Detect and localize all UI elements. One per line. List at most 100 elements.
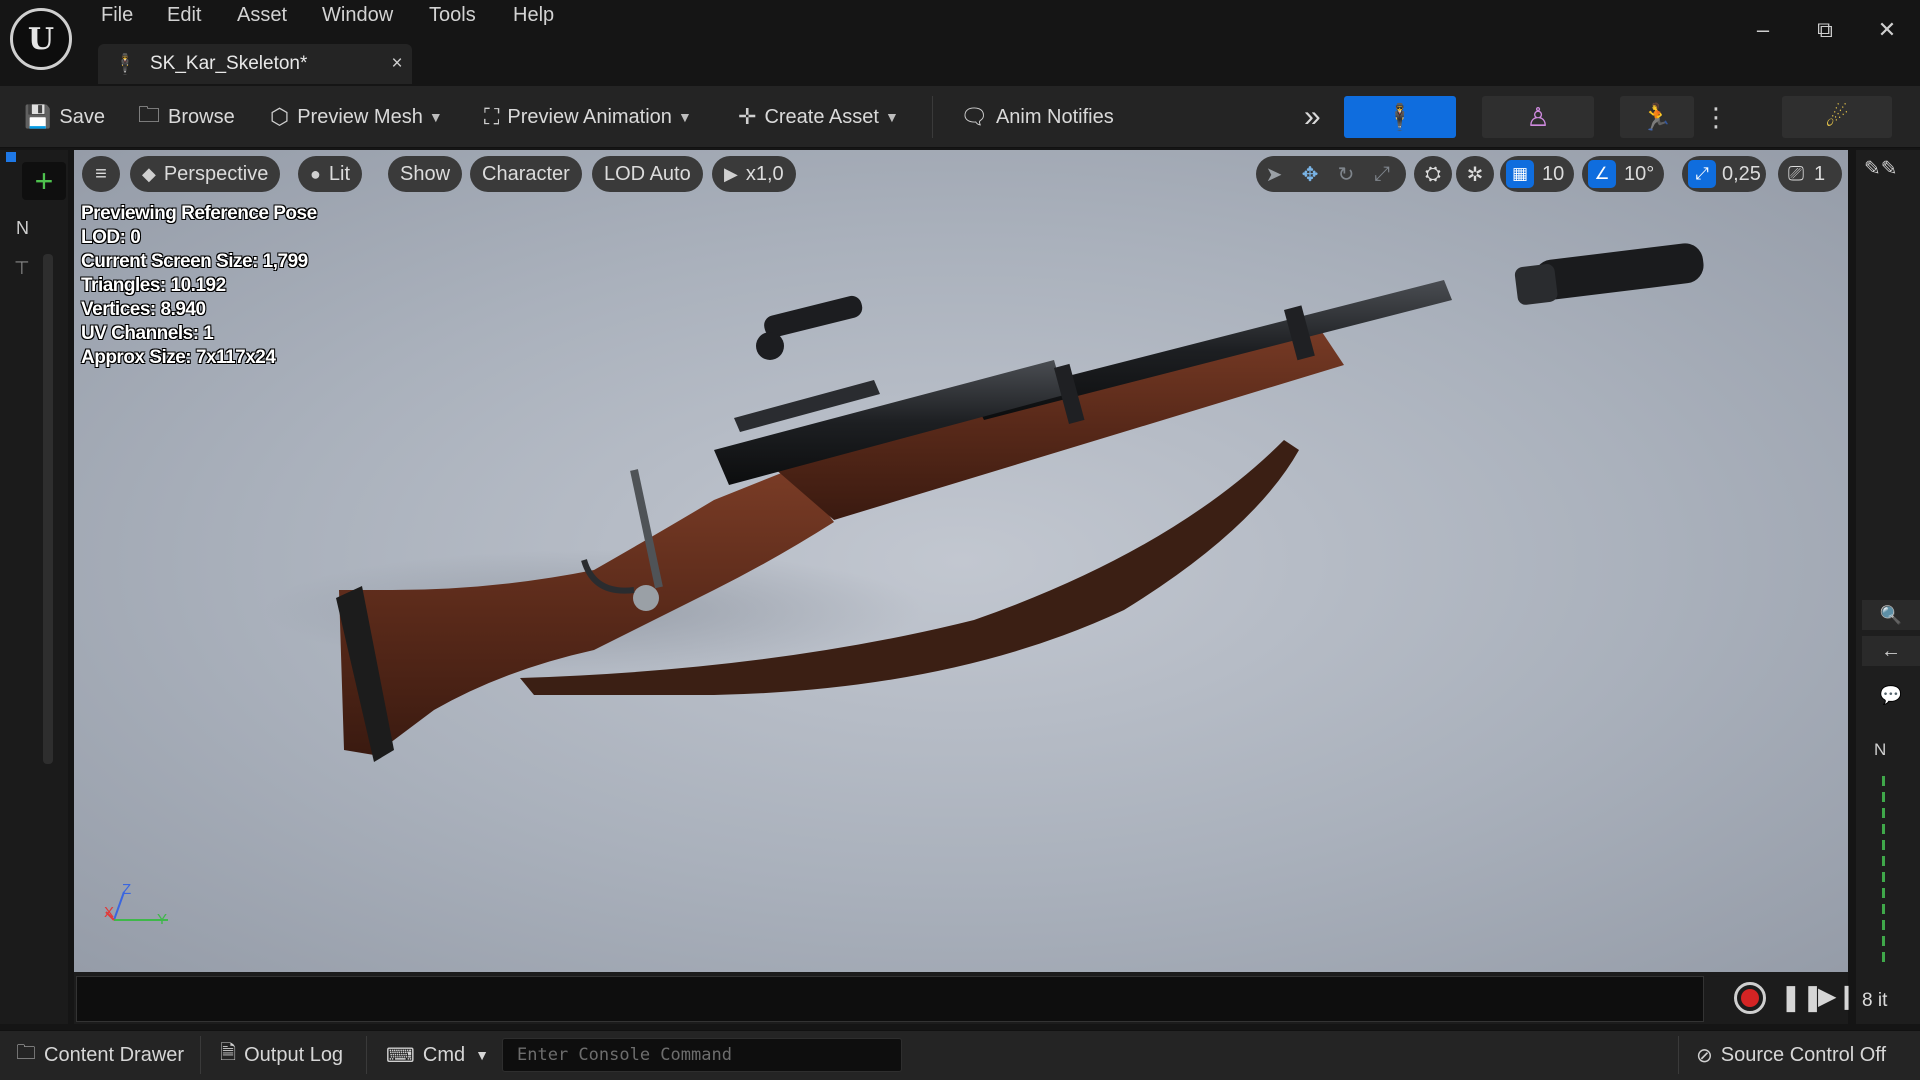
scale-snap-control[interactable]: ⤢ 0,25 <box>1682 156 1766 192</box>
create-asset-icon: ✛ <box>738 104 757 129</box>
chevron-down-icon: ▼ <box>677 109 692 125</box>
rotation-snap-value: 10° <box>1624 162 1655 185</box>
menu-asset[interactable]: Asset <box>237 4 287 27</box>
mesh-mode-button[interactable]: ♙ <box>1482 96 1594 138</box>
viewport-options-button[interactable]: ≡ <box>82 156 120 192</box>
statusbar-divider <box>366 1036 367 1074</box>
skeleton-mode-icon: 🕴 <box>1383 101 1417 132</box>
minimize-button[interactable]: – <box>1738 10 1788 50</box>
content-drawer-label: Content Drawer <box>44 1043 185 1066</box>
close-tab-icon[interactable]: × <box>382 53 412 75</box>
chat-bubbles-icon[interactable]: 💬 <box>1862 680 1920 710</box>
rotate-tool-icon[interactable]: ↻ <box>1328 156 1364 192</box>
chevron-down-icon: ▼ <box>428 109 443 125</box>
camera-speed-value: 1 <box>1814 162 1826 185</box>
right-panel <box>1856 150 1920 1024</box>
camera-speed-control[interactable]: ⎚ 1 <box>1778 156 1842 192</box>
lod-button[interactable]: LOD Auto <box>592 156 703 192</box>
animation-mode-button[interactable]: 🏃 <box>1620 96 1694 138</box>
search-panel-icon[interactable]: 🔍 <box>1862 600 1920 630</box>
tab-label: SK_Kar_Skeleton* <box>150 53 308 74</box>
browse-button[interactable]: 🗀 Browse <box>138 86 235 148</box>
cmd-label: Cmd <box>422 1043 466 1066</box>
axis-z-label: Z <box>122 881 132 898</box>
3d-viewport[interactable] <box>74 150 1848 972</box>
hamburger-menu-icon: ≡ <box>95 162 107 185</box>
create-asset-dropdown[interactable]: ✛ Create Asset ▼ <box>738 86 899 148</box>
surface-snap-toggle[interactable]: ✲ <box>1456 156 1494 192</box>
preview-mesh-dropdown[interactable]: ⬡ Preview Mesh ▼ <box>270 86 443 148</box>
menu-window[interactable]: Window <box>322 4 393 27</box>
mesh-icon: ⬡ <box>270 104 290 129</box>
frame-rate-label: 8 it <box>1862 990 1888 1011</box>
running-figure-icon: 🏃 <box>1640 101 1674 132</box>
scale-snap-icon: ⤢ <box>1688 160 1716 188</box>
tab-skeleton-asset[interactable]: 🕴 SK_Kar_Skeleton* × <box>98 44 412 84</box>
add-button[interactable]: + <box>22 162 66 200</box>
focus-corner-marker <box>6 152 16 162</box>
content-drawer-icon: 🗀 <box>16 1042 36 1064</box>
character-button[interactable]: Character <box>470 156 582 192</box>
sphere-icon: ● <box>310 163 321 184</box>
edit-pencil-icon[interactable]: ✎✎ <box>1864 156 1898 181</box>
terminal-icon: ⌨ <box>386 1044 415 1067</box>
cube-icon: ◆ <box>142 163 156 184</box>
translate-tool-icon[interactable]: ✥ <box>1292 156 1328 192</box>
select-tool-icon[interactable]: ➤ <box>1256 156 1292 192</box>
level-meter <box>1882 776 1885 966</box>
more-options-button[interactable]: ⋮ <box>1700 96 1732 138</box>
content-drawer-button[interactable]: 🗀 Content Drawer <box>16 1030 184 1080</box>
play-rate-button[interactable]: ▶ x1,0 <box>712 156 796 192</box>
timeline-track[interactable] <box>76 976 1704 1022</box>
lit-mode-button[interactable]: ● Lit <box>298 156 362 192</box>
right-n-label: N <box>1874 740 1887 759</box>
grid-snap-value: 10 <box>1542 162 1565 185</box>
stat-triangles: Triangles: 10.192 <box>81 275 226 296</box>
menu-tools[interactable]: Tools <box>429 4 476 27</box>
lod-label: LOD Auto <box>604 162 691 185</box>
notify-icon: 🗨 <box>960 104 988 129</box>
skeleton-mode-button[interactable]: 🕴 <box>1344 96 1456 138</box>
world-local-toggle[interactable]: ⛭ <box>1414 156 1452 192</box>
unreal-logo-icon[interactable]: U <box>10 8 72 70</box>
character-label: Character <box>482 162 570 185</box>
cmd-dropdown[interactable]: ⌨ Cmd ▼ <box>386 1030 489 1080</box>
show-button[interactable]: Show <box>388 156 463 192</box>
rifle-mesh-render <box>264 243 1704 762</box>
toolbar-overflow-button[interactable]: » <box>1304 86 1321 148</box>
stat-approx-size: Approx Size: 7x117x24 <box>81 347 276 368</box>
preview-animation-dropdown[interactable]: ⛶ Preview Animation ▼ <box>484 86 692 148</box>
perspective-view-button[interactable]: ◆ Perspective <box>130 156 281 192</box>
close-window-button[interactable]: ✕ <box>1862 10 1912 50</box>
record-icon <box>1741 989 1759 1007</box>
save-icon: 💾 <box>24 104 52 129</box>
record-button[interactable] <box>1734 982 1766 1014</box>
perspective-label: Perspective <box>163 162 269 185</box>
preview-animation-label: Preview Animation <box>507 105 672 128</box>
console-command-input[interactable] <box>502 1038 902 1072</box>
folder-search-icon: 🗀 <box>138 102 161 127</box>
stat-vertices: Vertices: 8.940 <box>81 299 206 320</box>
grid-snap-control[interactable]: ▦ 10 <box>1500 156 1574 192</box>
anim-notifies-button[interactable]: 🗨 Anim Notifies <box>960 86 1114 148</box>
viewport-stats: Previewing Reference Pose LOD: 0 Current… <box>81 202 317 370</box>
save-button[interactable]: 💾 Save <box>24 86 105 148</box>
save-label: Save <box>59 105 105 128</box>
source-control-button[interactable]: ⊘ Source Control Off <box>1696 1030 1886 1080</box>
output-log-icon: 🗎 <box>220 1042 237 1064</box>
menu-edit[interactable]: Edit <box>167 4 201 27</box>
back-arrow-icon[interactable]: ← <box>1862 636 1920 666</box>
chevron-down-icon: ▼ <box>475 1047 489 1063</box>
physics-mode-button[interactable]: ☄ <box>1782 96 1892 138</box>
restore-button[interactable]: ⧉ <box>1800 10 1850 50</box>
output-log-button[interactable]: 🗎 Output Log <box>220 1030 343 1080</box>
left-panel <box>0 150 68 1024</box>
scale-tool-icon[interactable]: ⤢ <box>1364 156 1400 192</box>
play-rate-label: x1,0 <box>745 162 784 185</box>
rotation-snap-control[interactable]: ∠ 10° <box>1582 156 1664 192</box>
left-scrollbar[interactable] <box>43 254 53 764</box>
stat-uv-channels: UV Channels: 1 <box>81 323 214 344</box>
menu-file[interactable]: File <box>101 4 133 27</box>
menu-help[interactable]: Help <box>513 4 554 27</box>
step-forward-button[interactable]: ▶❙ <box>1818 982 1857 1011</box>
